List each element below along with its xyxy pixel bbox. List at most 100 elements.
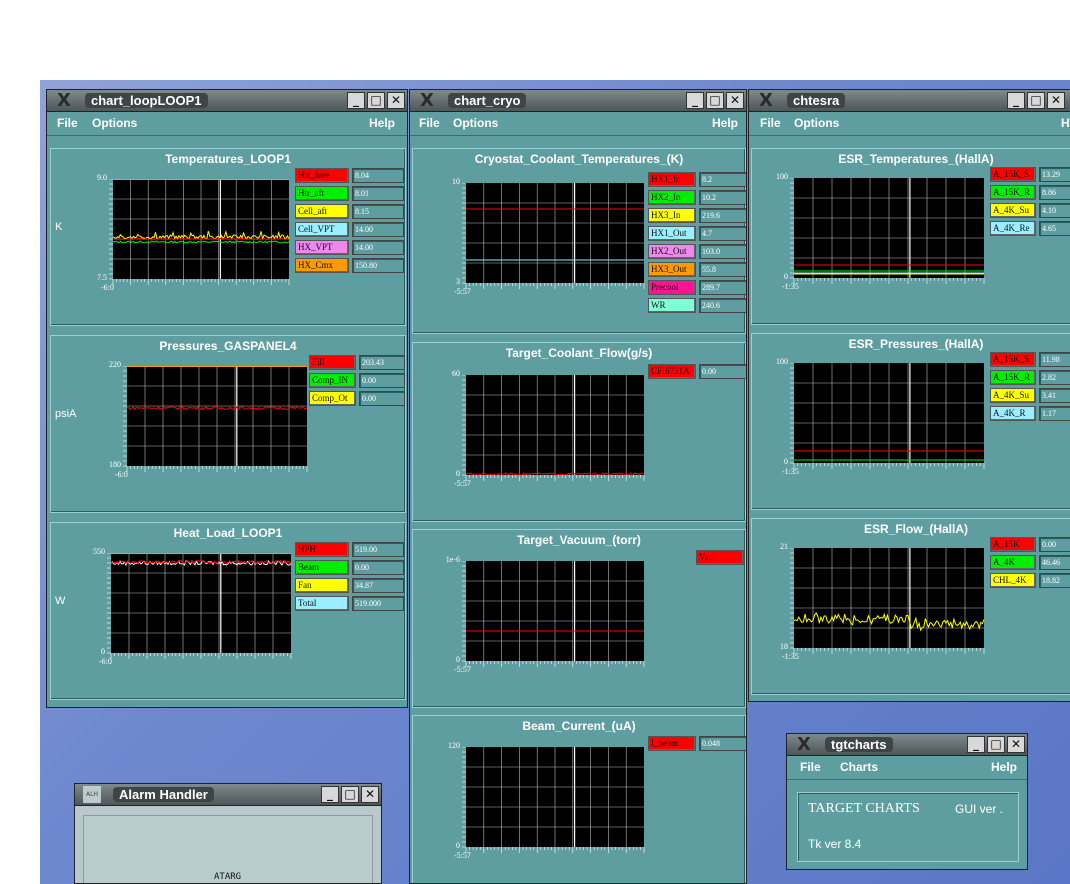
legend-series-button[interactable]: A_15K_R bbox=[990, 185, 1036, 200]
legend-value: 219.6 bbox=[699, 208, 746, 223]
legend-series-button[interactable]: A_4K_Su bbox=[990, 388, 1036, 403]
close-button[interactable]: ✕ bbox=[1047, 92, 1065, 109]
alh-icon[interactable]: ALH bbox=[83, 786, 101, 803]
menu-file[interactable]: File bbox=[57, 116, 78, 130]
menu-file[interactable]: File bbox=[419, 116, 440, 130]
legend-series-button[interactable]: Beam bbox=[295, 560, 349, 575]
legend-series-button[interactable]: Fill bbox=[309, 355, 356, 370]
legend-series-button[interactable]: HX1_In bbox=[648, 172, 696, 187]
maximize-button[interactable]: □ bbox=[706, 92, 724, 109]
chart-plot-area[interactable] bbox=[462, 375, 648, 485]
chart-plot-area[interactable] bbox=[462, 747, 648, 857]
legend-series-button[interactable]: CFI6731A bbox=[648, 364, 696, 379]
legend-series-button[interactable]: HX_VPT bbox=[295, 240, 349, 255]
menu-options[interactable]: Options bbox=[92, 116, 137, 130]
legend-series-button[interactable]: A_15K_S bbox=[990, 167, 1036, 182]
legend-series-button[interactable]: A_4K_R bbox=[990, 406, 1036, 421]
x-logo-icon[interactable]: X bbox=[795, 736, 813, 754]
x-logo-icon[interactable]: X bbox=[418, 92, 436, 110]
legend-series-button[interactable]: Htr_aft bbox=[295, 186, 349, 201]
legend-series-button[interactable]: Vac bbox=[696, 550, 744, 565]
close-button[interactable]: ✕ bbox=[361, 786, 379, 803]
menu-help[interactable]: Help bbox=[712, 116, 738, 130]
legend-series-button[interactable]: CHL_4K bbox=[990, 573, 1036, 588]
title-bar[interactable]: X chtesra _ □ ✕ bbox=[749, 90, 1070, 112]
minimize-button[interactable]: _ bbox=[967, 736, 985, 753]
legend-series-button[interactable]: Precool bbox=[648, 280, 696, 295]
legend-series-button[interactable]: I_beam bbox=[648, 736, 696, 751]
y-tick-label: 180 bbox=[109, 460, 121, 469]
y-tick-label: 120 bbox=[448, 741, 460, 750]
legend-series-button[interactable]: Htr_fore bbox=[295, 168, 349, 183]
maximize-button[interactable]: □ bbox=[1027, 92, 1045, 109]
chart-plot-area[interactable] bbox=[790, 548, 988, 658]
legend-series-button[interactable]: A_4K_Su bbox=[990, 203, 1036, 218]
chart-plot-area[interactable] bbox=[462, 561, 648, 671]
minimize-button[interactable]: _ bbox=[1007, 92, 1025, 109]
legend-series-button[interactable]: A_15K_R bbox=[990, 370, 1036, 385]
legend-series-button[interactable]: Cell_VPT bbox=[295, 222, 349, 237]
legend-value: 8.04 bbox=[352, 168, 404, 183]
legend-value: 4.10 bbox=[1039, 203, 1070, 218]
chart-panel: ESR_Temperatures_(HallA) 100 0 -1:35 A_15K_S… bbox=[751, 148, 1070, 325]
legend-series-button[interactable]: A_4K_Re bbox=[990, 221, 1036, 236]
legend-series-button[interactable]: HX_Cmx bbox=[295, 258, 349, 273]
legend-value: 46.46 bbox=[1039, 555, 1070, 570]
menu-help[interactable]: Help bbox=[1061, 116, 1070, 130]
chart-plot-area[interactable] bbox=[109, 179, 293, 289]
title-bar[interactable]: X chart_cryo _ □ ✕ bbox=[410, 90, 746, 112]
window-title: tgtcharts bbox=[825, 737, 893, 752]
chart-plot-area[interactable] bbox=[123, 366, 311, 476]
title-bar[interactable]: X tgtcharts _ □ ✕ bbox=[787, 734, 1027, 756]
menu-file[interactable]: File bbox=[760, 116, 781, 130]
legend-series-button[interactable]: A_15K_S bbox=[990, 352, 1036, 367]
legend-series-button[interactable]: HX2_Out bbox=[648, 244, 696, 259]
legend-series-button[interactable]: HPH bbox=[295, 542, 349, 557]
y-tick-label: 10 bbox=[452, 177, 460, 186]
menu-options[interactable]: Options bbox=[794, 116, 839, 130]
legend-series-button[interactable]: Cell_aft bbox=[295, 204, 349, 219]
alarm-group-label[interactable]: ATARG bbox=[214, 872, 241, 882]
maximize-button[interactable]: □ bbox=[367, 92, 385, 109]
x-logo-icon[interactable]: X bbox=[757, 92, 775, 110]
chart-plot-area[interactable] bbox=[790, 363, 988, 473]
chart-plot-area[interactable] bbox=[790, 178, 988, 288]
title-bar[interactable]: ALH Alarm Handler _ □ ✕ bbox=[75, 784, 381, 806]
legend-series-button[interactable]: WR bbox=[648, 298, 696, 313]
close-button[interactable]: ✕ bbox=[726, 92, 744, 109]
legend-series-button[interactable]: Fan bbox=[295, 578, 349, 593]
legend-series-button[interactable]: Comp_IN bbox=[309, 373, 356, 388]
chart-plot-area[interactable] bbox=[107, 553, 295, 663]
legend-series-button[interactable]: Total bbox=[295, 596, 349, 611]
legend-series-button[interactable]: HX1_Out bbox=[648, 226, 696, 241]
legend-series-button[interactable]: HX2_In bbox=[648, 190, 696, 205]
legend-series-button[interactable]: HX3_In bbox=[648, 208, 696, 223]
minimize-button[interactable]: _ bbox=[347, 92, 365, 109]
menu-help[interactable]: Help bbox=[991, 760, 1017, 774]
minimize-button[interactable]: _ bbox=[686, 92, 704, 109]
y-tick-label: 100 bbox=[776, 357, 788, 366]
legend-value: 11.98 bbox=[1039, 352, 1070, 367]
minimize-button[interactable]: _ bbox=[321, 786, 339, 803]
tk-version: Tk ver 8.4 bbox=[808, 837, 862, 851]
window-chtesra: X chtesra _ □ ✕ File Options Help ESR_Te… bbox=[748, 89, 1070, 702]
maximize-button[interactable]: □ bbox=[341, 786, 359, 803]
legend-series-button[interactable]: A_4K bbox=[990, 555, 1036, 570]
chart-panel: Temperatures_LOOP1 K 9.0 7.5 -6:0 Htr_fore 8.0… bbox=[50, 148, 406, 326]
chart-plot-area[interactable] bbox=[462, 183, 648, 293]
menu-file[interactable]: File bbox=[800, 760, 821, 774]
close-button[interactable]: ✕ bbox=[387, 92, 405, 109]
legend-value: 240.6 bbox=[699, 298, 746, 313]
menu-help[interactable]: Help bbox=[369, 116, 395, 130]
menu-options[interactable]: Options bbox=[453, 116, 498, 130]
close-button[interactable]: ✕ bbox=[1007, 736, 1025, 753]
chart-panel: ESR_Pressures_(HallA) 100 0 -1:35 A_15K_S 11.… bbox=[751, 333, 1070, 510]
title-bar[interactable]: X chart_loopLOOP1 _ □ ✕ bbox=[47, 90, 407, 112]
legend-series-button[interactable]: A_15K bbox=[990, 537, 1036, 552]
legend-series-button[interactable]: Comp_Ot bbox=[309, 391, 356, 406]
menu-charts[interactable]: Charts bbox=[840, 760, 878, 774]
x-logo-icon[interactable]: X bbox=[55, 92, 73, 110]
legend-series-button[interactable]: HX3_Out bbox=[648, 262, 696, 277]
maximize-button[interactable]: □ bbox=[987, 736, 1005, 753]
legend-value: 0.00 bbox=[699, 364, 746, 379]
